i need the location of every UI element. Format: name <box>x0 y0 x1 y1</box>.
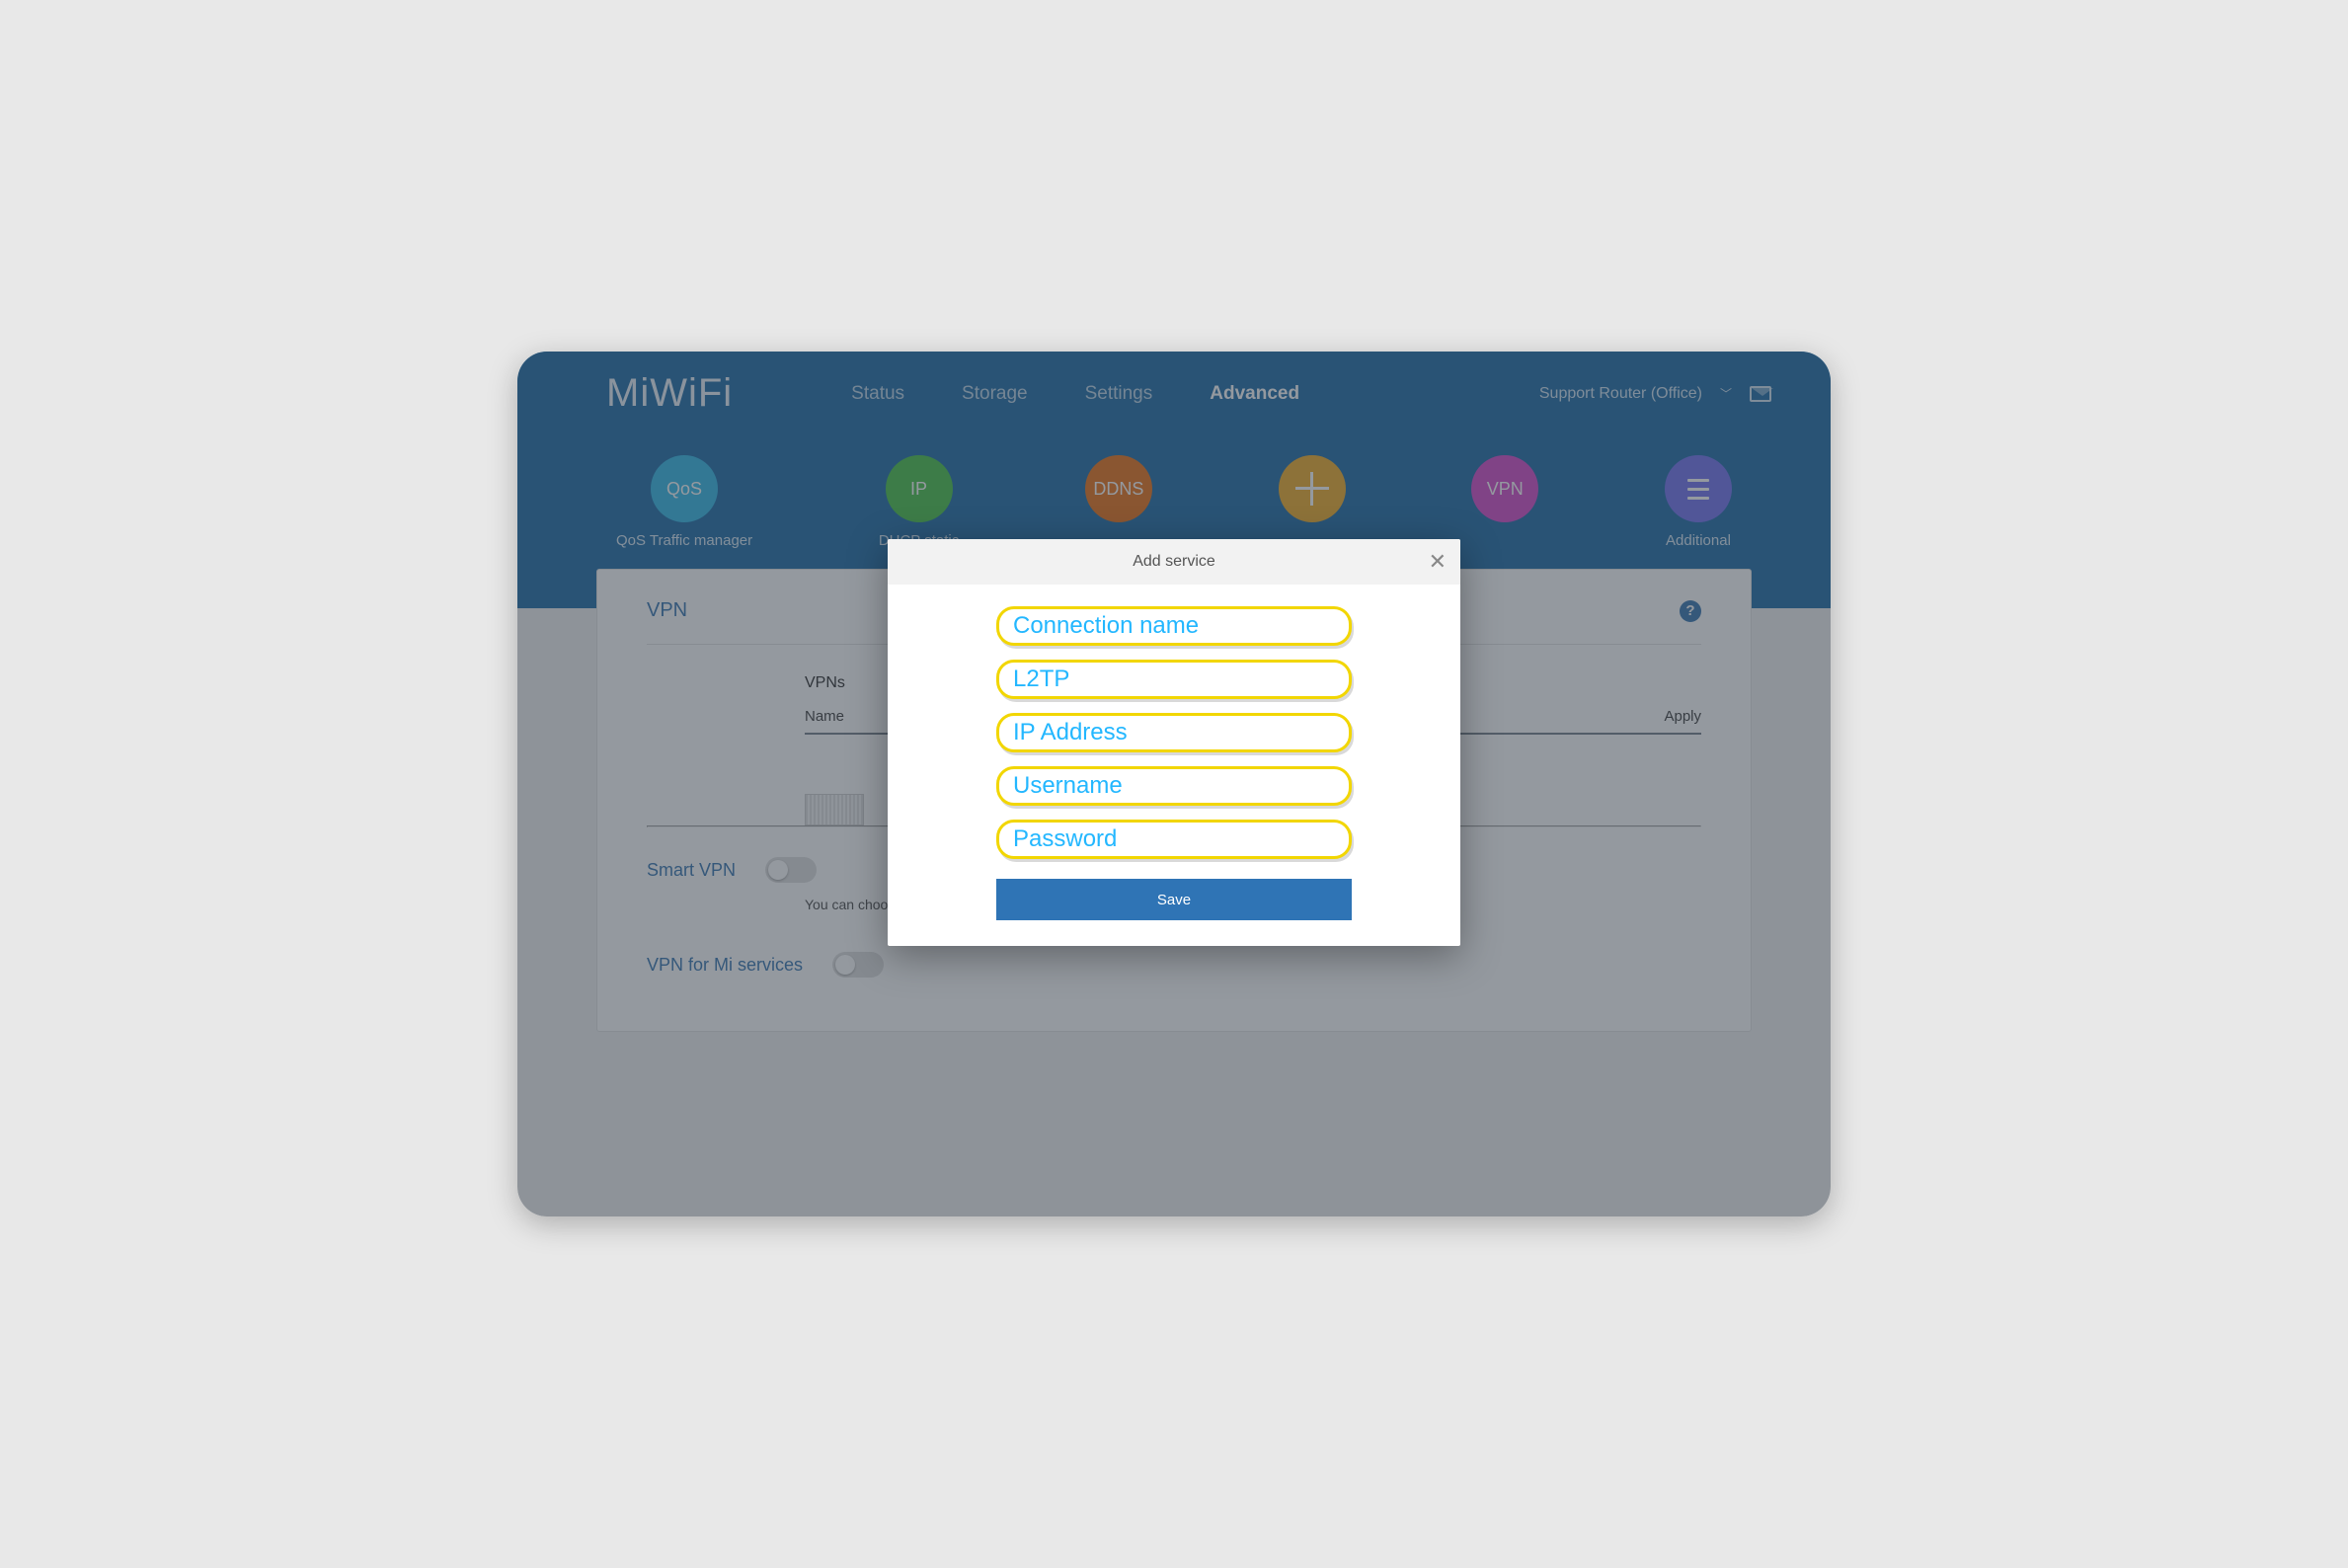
modal-overlay: Add service ✕ Save <box>517 352 1831 1216</box>
protocol-select[interactable] <box>996 660 1352 699</box>
modal-title: Add service <box>1133 553 1215 571</box>
add-service-modal: Add service ✕ Save <box>888 539 1460 946</box>
save-button[interactable]: Save <box>996 879 1352 920</box>
ip-address-input[interactable] <box>996 713 1352 752</box>
password-input[interactable] <box>996 820 1352 859</box>
connection-name-input[interactable] <box>996 606 1352 646</box>
username-input[interactable] <box>996 766 1352 806</box>
close-icon[interactable]: ✕ <box>1429 549 1447 575</box>
